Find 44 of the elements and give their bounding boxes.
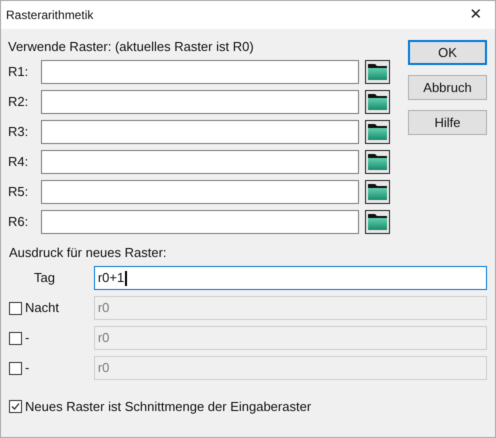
folder-icon [367,153,388,171]
dialog-button[interactable]: OK [408,40,487,65]
expression-field[interactable]: r0 [94,326,487,350]
folder-icon [367,63,388,81]
browse-button[interactable] [365,150,390,174]
browse-button[interactable] [365,90,390,114]
raster-field[interactable] [41,90,359,114]
raster-label: R1: [8,63,30,82]
checkbox-label: - [25,359,30,378]
checkbox[interactable] [9,400,22,414]
raster-field[interactable] [41,150,359,174]
dialog-button[interactable]: Hilfe [408,110,487,135]
folder-icon [367,183,388,201]
close-button[interactable]: ✕ [462,4,490,26]
checkbox-label: Nacht [25,299,59,318]
raster-field[interactable] [41,120,359,144]
folder-icon [367,213,388,231]
raster-label: R4: [8,153,30,172]
checkbox[interactable] [9,362,22,374]
browse-button[interactable] [365,120,390,144]
checkbox-label: - [25,329,30,348]
raster-field[interactable] [41,60,359,84]
raster-field[interactable] [41,210,359,234]
checkbox-label: Neues Raster ist Schnittmenge der Eingaberaster [25,398,312,416]
section-heading: Ausdruck für neues Raster: [9,244,168,262]
expression-field[interactable]: r0 [94,296,487,320]
browse-button[interactable] [365,180,390,204]
folder-icon [367,93,388,111]
field-label: Tag [33,269,55,288]
raster-label: R5: [8,183,30,202]
browse-button[interactable] [365,60,390,84]
expression-field[interactable]: r0+1 [94,266,487,290]
checkbox[interactable] [9,302,22,314]
section-heading: Verwende Raster: (aktuelles Raster ist R0) [8,38,255,56]
dialog-button[interactable]: Abbruch [408,75,487,100]
expression-field[interactable]: r0 [94,356,487,380]
browse-button[interactable] [365,210,390,234]
checkbox[interactable] [9,332,22,344]
raster-field[interactable] [41,180,359,204]
raster-label: R6: [8,213,30,232]
raster-label: R2: [8,93,30,112]
raster-label: R3: [8,123,30,142]
folder-icon [367,123,388,141]
window-title: Rasterarithmetik [6,7,94,24]
